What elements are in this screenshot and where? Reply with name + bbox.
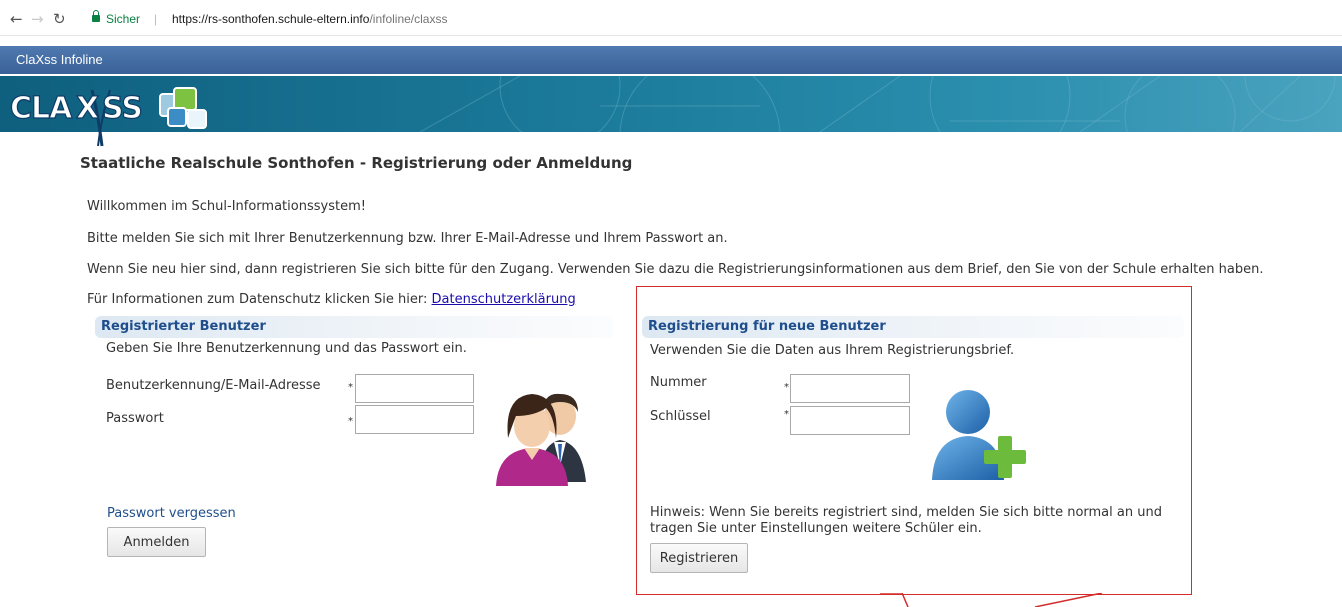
password-input[interactable] — [355, 405, 474, 434]
page-title: Staatliche Realschule Sonthofen - Regist… — [80, 154, 633, 172]
url-host: https://rs-sonthofen.schule-eltern.info — [172, 12, 370, 26]
privacy-text: Für Informationen zum Datenschutz klicke… — [87, 292, 428, 307]
browser-toolbar: ← → ↻ Sicher | https://rs-sonthofen.schu… — [0, 0, 1342, 36]
url-path: /infoline/claxss — [369, 12, 448, 26]
login-instruction: Bitte melden Sie sich mit Ihrer Benutzer… — [87, 231, 728, 246]
username-label: Benutzerkennung/E-Mail-Adresse — [106, 378, 321, 393]
welcome-text: Willkommen im Schul-Informationssystem! — [87, 199, 366, 214]
new-user-info: Wenn Sie neu hier sind, dann registriere… — [87, 262, 1264, 277]
callout-pointer — [880, 593, 1103, 607]
reload-icon[interactable]: ↻ — [53, 10, 66, 28]
login-section-heading: Registrierter Benutzer — [95, 316, 613, 338]
svg-text:SS: SS — [102, 91, 142, 126]
svg-text:X: X — [76, 91, 99, 126]
url-text[interactable]: https://rs-sonthofen.schule-eltern.info/… — [172, 8, 447, 30]
login-subtitle: Geben Sie Ihre Benutzerkennung und das P… — [106, 341, 467, 356]
username-input[interactable] — [355, 374, 474, 403]
svg-text:CLA: CLA — [10, 91, 73, 126]
back-arrow-icon[interactable]: ← — [10, 10, 23, 28]
required-marker: * — [348, 416, 353, 427]
claxss-logo: CLA X SS — [9, 87, 207, 147]
lock-icon — [92, 10, 100, 23]
password-label: Passwort — [106, 411, 164, 426]
login-button[interactable]: Anmelden — [107, 527, 206, 557]
highlight-box — [636, 286, 1192, 595]
required-marker: * — [348, 382, 353, 393]
privacy-line: Für Informationen zum Datenschutz klicke… — [87, 292, 576, 307]
forgot-password-link[interactable]: Passwort vergessen — [107, 506, 236, 521]
users-icon — [496, 393, 586, 486]
app-title-bar: ClaXss Infoline — [0, 46, 1342, 74]
app-title: ClaXss Infoline — [16, 52, 103, 67]
secure-label: Sicher — [106, 12, 141, 26]
forward-arrow-icon[interactable]: → — [31, 10, 44, 28]
address-bar[interactable]: Sicher | https://rs-sonthofen.schule-elt… — [86, 8, 1342, 30]
privacy-link[interactable]: Datenschutzerklärung — [432, 292, 576, 307]
address-separator: | — [154, 12, 158, 26]
